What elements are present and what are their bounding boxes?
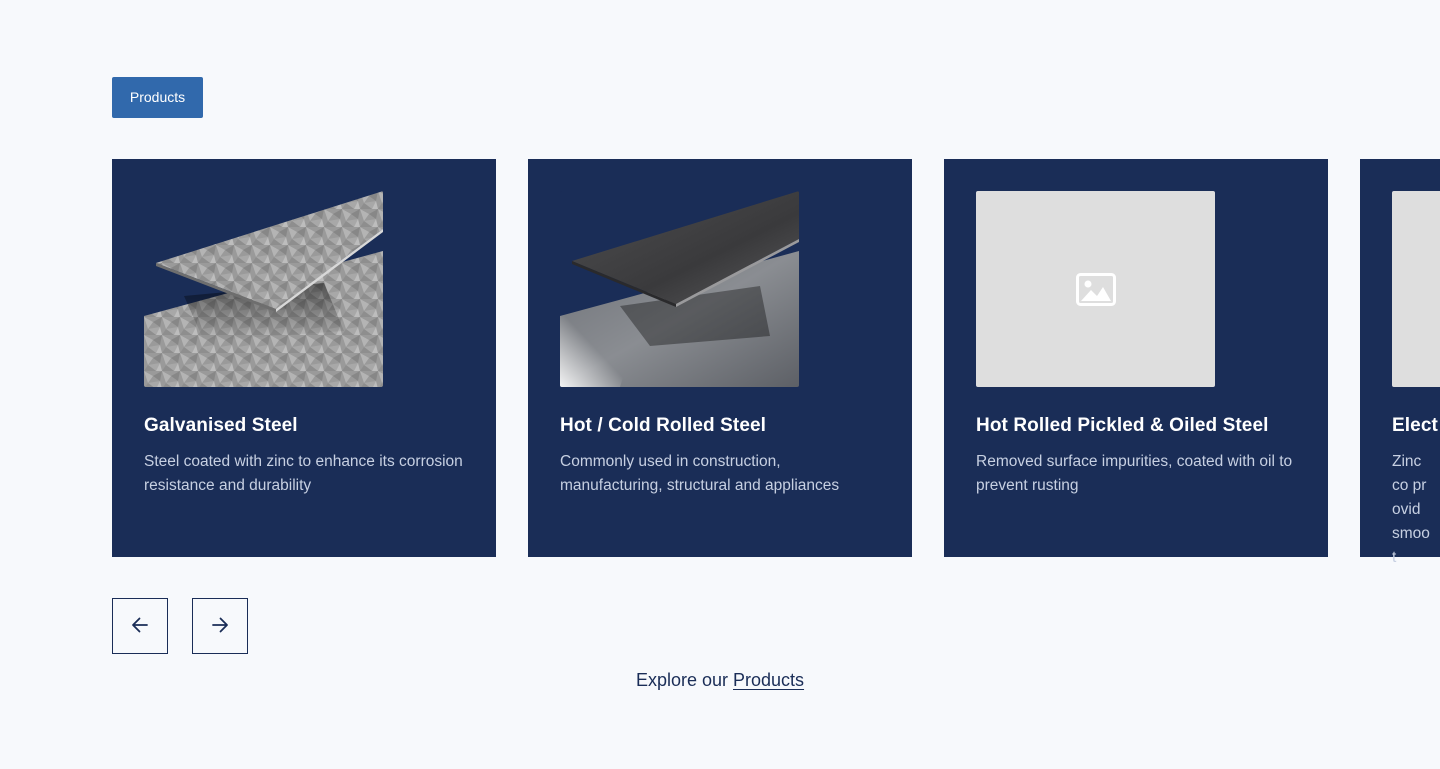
galvanised-steel-image	[144, 191, 383, 387]
products-link[interactable]: Products	[733, 670, 804, 690]
image-placeholder	[976, 191, 1215, 387]
explore-products: Explore our Products	[0, 668, 1440, 692]
product-card-galvanised-steel[interactable]: Galvanised Steel Steel coated with zinc …	[112, 159, 496, 557]
card-description: Steel coated with zinc to enhance its co…	[144, 453, 463, 494]
card-description: Commonly used in construction, manufactu…	[560, 453, 840, 494]
card-description: Zinc co provid smoot	[1392, 453, 1430, 566]
products-section: Products Galvanised Steel Steel coated w…	[0, 0, 1440, 769]
previous-button[interactable]	[112, 598, 168, 654]
product-carousel: Galvanised Steel Steel coated with zinc …	[112, 159, 1440, 566]
next-button[interactable]	[192, 598, 248, 654]
explore-prefix: Explore our	[635, 670, 733, 690]
arrow-left-icon	[130, 615, 150, 638]
image-placeholder-icon	[1075, 272, 1116, 306]
section-tag: Products	[112, 77, 203, 118]
card-description: Removed surface impurities, coated with …	[976, 453, 1293, 494]
arrow-right-icon	[210, 615, 230, 638]
card-title: Hot / Cold Rolled Steel	[560, 415, 767, 436]
card-title: Galvanised Steel	[144, 415, 298, 436]
image-placeholder	[1392, 191, 1440, 387]
product-card-electro-galvanised[interactable]: Elect Zinc co provid smoot	[1360, 159, 1440, 566]
card-title: Hot Rolled Pickled & Oiled Steel	[976, 415, 1269, 436]
product-card-hot-cold-rolled-steel[interactable]: Hot / Cold Rolled Steel Commonly used in…	[528, 159, 912, 557]
card-title: Elect	[1392, 415, 1438, 436]
rolled-steel-image	[560, 191, 799, 387]
product-card-pickled-oiled-steel[interactable]: Hot Rolled Pickled & Oiled Steel Removed…	[944, 159, 1328, 557]
